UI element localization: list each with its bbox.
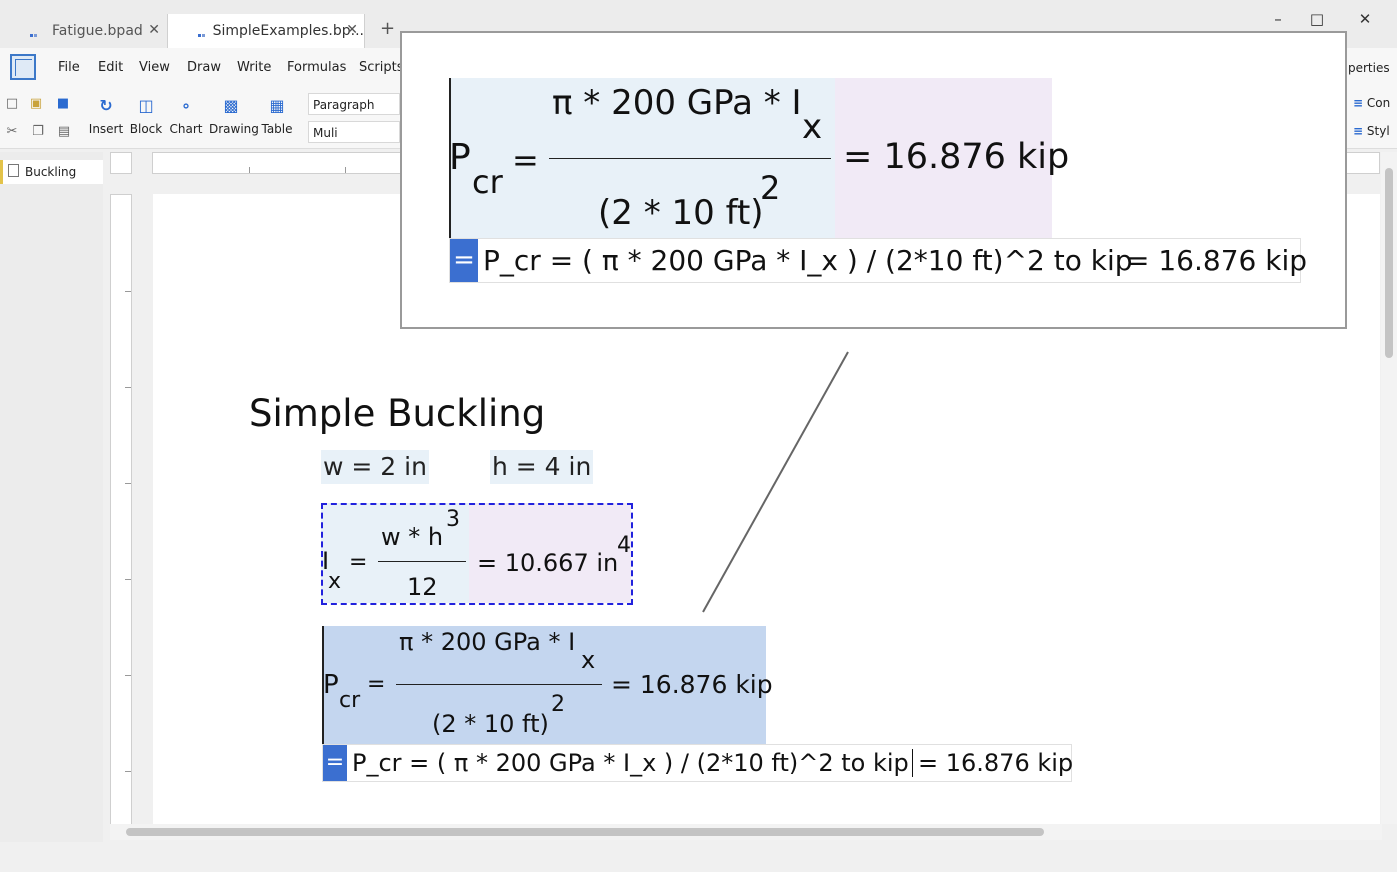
- zoom-fraction-bar: [549, 158, 831, 159]
- zoom-pcr-numerator-subscript: x: [802, 107, 823, 147]
- zoom-pcr-result: = 16.876 kip: [843, 137, 1070, 177]
- zoom-pcr-equals: =: [512, 141, 539, 179]
- zoom-pcr-denominator: (2 * 10 ft): [598, 193, 764, 233]
- zoom-pcr-denominator-exponent: 2: [760, 169, 781, 207]
- zoom-pcr-numerator: π * 200 GPa * I: [552, 83, 802, 123]
- zoom-pcr-lhs: P: [449, 137, 471, 178]
- zoom-pcr-lhs-subscript: cr: [472, 163, 503, 201]
- zoom-source-line: = P_cr = ( π * 200 GPa * I_x ) / (2*10 f…: [449, 238, 1307, 283]
- zoom-preview-popup: P cr = π * 200 GPa * I x (2 * 10 ft) 2 =…: [400, 31, 1347, 329]
- zoom-equation-badge: =: [450, 239, 478, 282]
- zoom-source-result: = 16.876 kip: [1126, 244, 1308, 277]
- zoom-source-text: P_cr = ( π * 200 GPa * I_x ) / (2*10 ft)…: [483, 244, 1133, 277]
